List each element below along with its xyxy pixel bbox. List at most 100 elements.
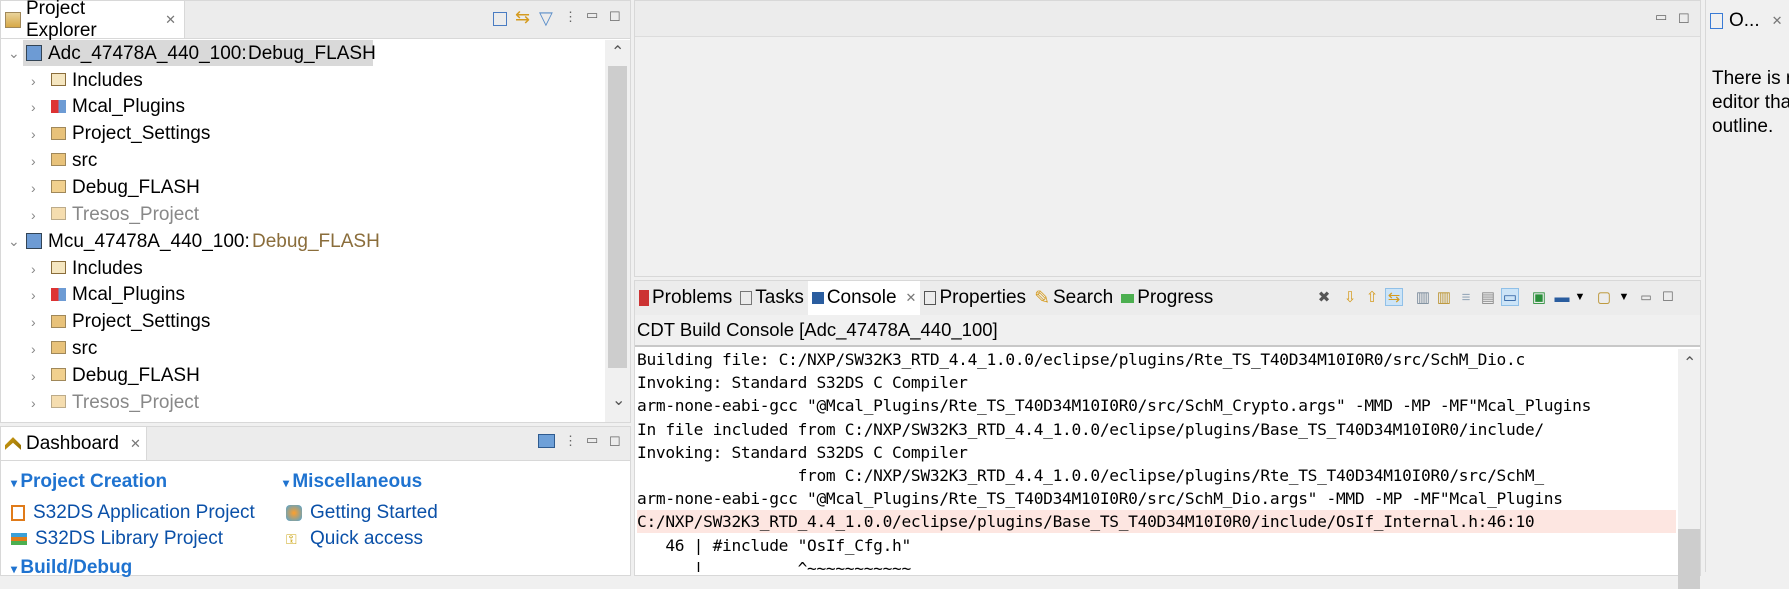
scroll-lock-icon[interactable]: ⇆ (1385, 288, 1403, 306)
folder-icon (51, 180, 66, 194)
maximize-icon[interactable]: ☐ (609, 434, 621, 450)
console-line: Invoking: Standard S32DS C Compiler (637, 373, 968, 393)
tab-search[interactable]: ✎ Search (1030, 281, 1117, 315)
tab-project-explorer[interactable]: Project Explorer ✕ (1, 0, 185, 41)
chevron-right-icon[interactable]: › (31, 261, 36, 277)
library-icon (11, 533, 27, 545)
section-title: Project Creation (20, 471, 168, 492)
console-scrollbar[interactable]: ⌃ (1678, 349, 1700, 589)
maximize-icon[interactable]: ☐ (609, 9, 621, 25)
dashboard-tabbar: Dashboard ✕ ⋮ ▭ ☐ (1, 427, 630, 461)
scroll-next-icon[interactable]: ⇩ (1341, 288, 1359, 306)
plugins-folder-icon (51, 287, 66, 301)
outline-message: There is n editor tha outline. (1712, 67, 1789, 139)
clear-console-icon[interactable]: ▤ (1479, 288, 1497, 306)
minimize-icon[interactable]: ▭ (1637, 288, 1655, 306)
dropdown-icon[interactable]: ▼ (1571, 288, 1589, 306)
tree-item-label: Debug_FLASH (72, 364, 200, 386)
section-build-debug[interactable]: ▾ Build/Debug (11, 557, 132, 579)
tree-item-label: Debug_FLASH (72, 176, 200, 198)
chevron-right-icon[interactable]: › (31, 395, 36, 411)
open-console-icon[interactable]: ▣ (1530, 288, 1548, 306)
link-quick-access[interactable]: ⚿ Quick access (286, 528, 423, 550)
view-menu-icon[interactable]: ⋮ (564, 433, 577, 449)
scroll-prev-icon[interactable]: ⇧ (1363, 288, 1381, 306)
maximize-icon[interactable]: ☐ (1678, 11, 1690, 27)
scroll-thumb[interactable] (1678, 529, 1700, 589)
project-explorer-icon (5, 11, 21, 28)
minimize-icon[interactable]: ▭ (586, 432, 598, 448)
key-icon: ⚿ (286, 531, 297, 547)
project-explorer-panel: Project Explorer ✕ ⇆ ▽ ⋮ ▭ ☐ ⌄ Adc_47478… (0, 0, 631, 423)
chevron-right-icon[interactable]: › (31, 99, 36, 115)
console-line: Building file: C:/NXP/SW32K3_RTD_4.4_1.0… (637, 350, 1525, 369)
show-when-changes-icon[interactable]: ≡ (1457, 288, 1475, 306)
tree-item-label: Mcal_Plugins (72, 96, 185, 118)
close-icon[interactable]: ✕ (1772, 13, 1783, 29)
tree-item-label: Project_Settings (72, 123, 211, 145)
tab-console[interactable]: Console ✕ (807, 281, 921, 315)
collapse-all-icon[interactable] (493, 12, 507, 26)
expand-icon: ▾ (11, 562, 21, 576)
message-line: editor tha (1712, 92, 1789, 113)
close-icon[interactable]: ✕ (130, 436, 141, 452)
source-folder-icon (51, 341, 66, 355)
chevron-right-icon[interactable]: › (31, 341, 36, 357)
tab-label: Dashboard (26, 432, 119, 454)
dropdown-icon[interactable]: ▼ (1615, 288, 1633, 306)
display-selected-icon[interactable]: ▭ (1501, 288, 1519, 306)
plugins-folder-icon (51, 99, 66, 113)
minimize-icon[interactable]: ▭ (586, 7, 598, 23)
chevron-right-icon[interactable]: › (31, 73, 36, 89)
chevron-right-icon[interactable]: › (31, 314, 36, 330)
source-folder-icon (51, 314, 66, 328)
scroll-thumb[interactable] (608, 66, 627, 368)
tab-tasks[interactable]: Tasks (736, 281, 808, 315)
console-output[interactable]: Building file: C:/NXP/SW32K3_RTD_4.4_1.0… (634, 348, 1676, 572)
link-s32ds-application-project[interactable]: S32DS Application Project (11, 502, 255, 524)
tab-properties[interactable]: Properties (920, 281, 1030, 315)
section-project-creation[interactable]: ▾ Project Creation (11, 471, 167, 493)
tab-label: O... (1729, 10, 1760, 31)
chevron-right-icon[interactable]: › (31, 287, 36, 303)
filter-icon[interactable]: ▽ (539, 8, 553, 29)
new-view-icon[interactable]: ▢ (1595, 288, 1613, 306)
word-wrap-icon[interactable]: ▥ (1414, 288, 1432, 306)
tree-item-label: Includes (72, 257, 143, 279)
close-icon[interactable]: ✕ (165, 12, 176, 28)
pin-console-icon[interactable]: ▥ (1435, 288, 1453, 306)
editor-area: ▭ ☐ (634, 0, 1701, 277)
console-line: In file included from C:/NXP/SW32K3_RTD_… (637, 419, 1544, 439)
chevron-right-icon[interactable]: › (31, 368, 36, 384)
close-icon[interactable]: ✕ (906, 290, 917, 306)
chevron-down-icon[interactable]: ⌄ (8, 233, 20, 250)
remove-launch-icon[interactable]: ✖ (1315, 288, 1333, 306)
tree-item-label: src (72, 149, 98, 171)
minimize-icon[interactable]: ▭ (1655, 9, 1667, 25)
tab-progress[interactable]: Progress (1117, 281, 1217, 315)
link-editor-icon[interactable]: ⇆ (515, 7, 530, 28)
tab-outline[interactable]: O... ✕ (1710, 10, 1783, 32)
scroll-down-icon[interactable]: ⌄ (612, 390, 625, 410)
tab-problems[interactable]: Problems (635, 281, 736, 315)
source-folder-icon (51, 126, 66, 140)
scroll-up-icon[interactable]: ⌃ (1683, 353, 1696, 373)
open-folder-icon[interactable] (538, 434, 555, 448)
link-s32ds-library-project[interactable]: S32DS Library Project (11, 528, 223, 550)
tab-dashboard[interactable]: Dashboard ✕ (1, 427, 147, 460)
new-console-icon[interactable]: ▬ (1553, 288, 1571, 306)
chevron-right-icon[interactable]: › (31, 207, 36, 223)
chevron-right-icon[interactable]: › (31, 180, 36, 196)
maximize-icon[interactable]: ☐ (1659, 288, 1677, 306)
section-miscellaneous[interactable]: ▾ Miscellaneous (283, 471, 422, 493)
console-title: CDT Build Console [Adc_47478A_440_100] (637, 319, 998, 340)
link-getting-started[interactable]: Getting Started (286, 502, 438, 524)
chevron-right-icon[interactable]: › (31, 126, 36, 142)
console-line: | ^~~~~~~~~~~~ (637, 558, 912, 572)
scroll-up-icon[interactable]: ⌃ (611, 42, 624, 62)
chevron-down-icon[interactable]: ⌄ (8, 45, 20, 62)
tree-scrollbar[interactable]: ⌃ ⌄ (605, 40, 630, 422)
tab-label: Search (1052, 287, 1114, 308)
chevron-right-icon[interactable]: › (31, 153, 36, 169)
view-menu-icon[interactable]: ⋮ (564, 9, 577, 25)
